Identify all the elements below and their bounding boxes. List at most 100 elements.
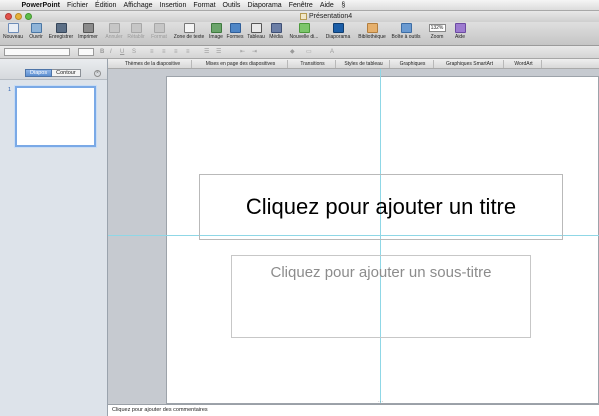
font-name-field[interactable] (4, 48, 70, 56)
subtitle-placeholder-text: Cliquez pour ajouter un sous-titre (270, 264, 492, 281)
tab-wordart[interactable]: WordArt (506, 60, 542, 68)
table-label: Tableau (247, 34, 265, 40)
font-color-icon[interactable]: A (330, 48, 334, 56)
media-film-icon (270, 23, 282, 33)
open-label: Ouvrir (29, 34, 43, 40)
slide-thumbnail[interactable] (15, 86, 96, 147)
slideshow-label: Diaporama (325, 34, 351, 40)
menu-aide[interactable]: Aide (316, 0, 337, 11)
help-button[interactable]: Aide (452, 23, 468, 40)
image-button[interactable]: Image (208, 23, 224, 40)
align-right-icon[interactable]: ≡ (174, 48, 178, 56)
tab-smartart[interactable]: Graphiques SmartArt (436, 60, 504, 68)
menu-app-powerpoint[interactable]: PowerPoint (18, 0, 64, 11)
library-icon (366, 23, 378, 33)
toolbox-label: Boîte à outils (391, 34, 421, 40)
zoom-control[interactable]: 132% Zoom (425, 23, 449, 40)
notes-pane[interactable]: Cliquez pour ajouter des commentaires (108, 404, 599, 416)
menu-affichage[interactable]: Affichage (120, 0, 156, 11)
format-painter-label: Format (151, 34, 167, 40)
justify-icon[interactable]: ≡ (186, 48, 190, 56)
open-button[interactable]: Ouvrir (27, 23, 45, 40)
new-slide-button[interactable]: Nouvelle di... (287, 23, 321, 40)
new-button[interactable]: Nouveau (2, 23, 24, 40)
title-placeholder-text: Cliquez pour ajouter un titre (245, 194, 517, 219)
shadow-icon[interactable]: S (132, 48, 136, 56)
image-icon (210, 23, 222, 33)
close-pane-icon[interactable]: × (94, 70, 101, 77)
ribbon-tabs: Thèmes de la diapositive Mises en page d… (108, 59, 599, 69)
slide-canvas[interactable] (166, 76, 599, 404)
media-button[interactable]: Média (268, 23, 284, 40)
font-size-field[interactable] (78, 48, 94, 56)
print-button[interactable]: Imprimer (77, 23, 99, 40)
undo-button[interactable]: Annuler (103, 23, 125, 40)
table-button[interactable]: Tableau (246, 23, 266, 40)
indent-decrease-icon[interactable]: ⇤ (240, 48, 245, 56)
align-center-icon[interactable]: ≡ (162, 48, 166, 56)
tab-outline[interactable]: Contour (52, 69, 81, 77)
close-window-button[interactable] (5, 13, 12, 20)
menu-fichier[interactable]: Fichier (64, 0, 92, 11)
menu-outils[interactable]: Outils (219, 0, 244, 11)
shapes-button[interactable]: Formes (226, 23, 244, 40)
tab-slides[interactable]: Diapos (25, 69, 53, 77)
tab-transitions[interactable]: Transitions (290, 60, 336, 68)
redo-label: Rétablir (127, 34, 145, 40)
media-label: Média (269, 34, 283, 40)
menu-bar: PowerPoint Fichier Édition Affichage Ins… (0, 0, 599, 11)
shapes-icon (229, 23, 241, 33)
help-icon (454, 23, 466, 33)
new-label: Nouveau (2, 34, 23, 40)
fill-color-icon[interactable]: ◆ (290, 48, 295, 56)
menu-diaporama[interactable]: Diaporama (244, 0, 285, 11)
minimize-window-button[interactable] (15, 13, 22, 20)
toolbox-button[interactable]: Boîte à outils (389, 23, 423, 40)
zoom-field[interactable]: 132% (428, 24, 446, 32)
toolbox-icon (400, 23, 412, 33)
menu-format[interactable]: Format (190, 0, 219, 11)
bold-icon[interactable]: B (100, 48, 104, 56)
format-painter-button[interactable]: Format (148, 23, 170, 40)
document-icon (300, 13, 307, 20)
window-title-text: Présentation4 (309, 13, 353, 20)
new-document-icon (7, 23, 19, 33)
tab-layouts[interactable]: Mises en page des diapositives (194, 60, 288, 68)
image-label: Image (209, 34, 223, 40)
menu-insertion[interactable]: Insertion (156, 0, 190, 11)
text-box-icon (183, 23, 195, 33)
open-folder-icon (30, 23, 42, 33)
numbering-icon[interactable]: ☰ (216, 48, 221, 56)
italic-icon[interactable]: I (110, 48, 112, 56)
window-title-bar: Présentation4 (0, 11, 599, 22)
print-label: Imprimer (78, 34, 98, 40)
save-label: Enregistrer (48, 34, 74, 40)
script-menu-icon[interactable]: § (337, 2, 349, 9)
subtitle-placeholder[interactable]: Cliquez pour ajouter un sous-titre (231, 255, 531, 338)
standard-toolbar: Nouveau Ouvrir Enregistrer Imprimer Annu… (0, 22, 599, 46)
indent-increase-icon[interactable]: ⇥ (252, 48, 257, 56)
tab-themes[interactable]: Thèmes de la diapositive (114, 60, 192, 68)
text-box-button[interactable]: Zone de texte (172, 23, 206, 40)
slides-pane: Diapos Contour × 1 (0, 59, 108, 416)
formatting-toolbar: B I U S ≡ ≡ ≡ ≡ ☰ ☰ ⇤ ⇥ ◆ ▭ A (0, 46, 599, 59)
menu-edition[interactable]: Édition (92, 0, 120, 11)
align-left-icon[interactable]: ≡ (150, 48, 154, 56)
tab-charts[interactable]: Graphiques (392, 60, 434, 68)
redo-button[interactable]: Rétablir (125, 23, 147, 40)
printer-icon (82, 23, 94, 33)
title-placeholder[interactable]: Cliquez pour ajouter un titre (199, 174, 563, 240)
undo-label: Annuler (105, 34, 123, 40)
menu-fenetre[interactable]: Fenêtre (285, 0, 316, 11)
new-slide-label: Nouvelle di... (289, 34, 319, 40)
line-color-icon[interactable]: ▭ (306, 48, 312, 56)
bullets-icon[interactable]: ☰ (204, 48, 209, 56)
library-button[interactable]: Bibliothèque (355, 23, 389, 40)
tab-table-styles[interactable]: Styles de tableau (338, 60, 390, 68)
zoom-window-button[interactable] (25, 13, 32, 20)
save-button[interactable]: Enregistrer (47, 23, 75, 40)
save-disk-icon (55, 23, 67, 33)
new-slide-icon (298, 23, 310, 33)
slideshow-button[interactable]: Diaporama (324, 23, 352, 40)
underline-icon[interactable]: U (120, 48, 124, 56)
